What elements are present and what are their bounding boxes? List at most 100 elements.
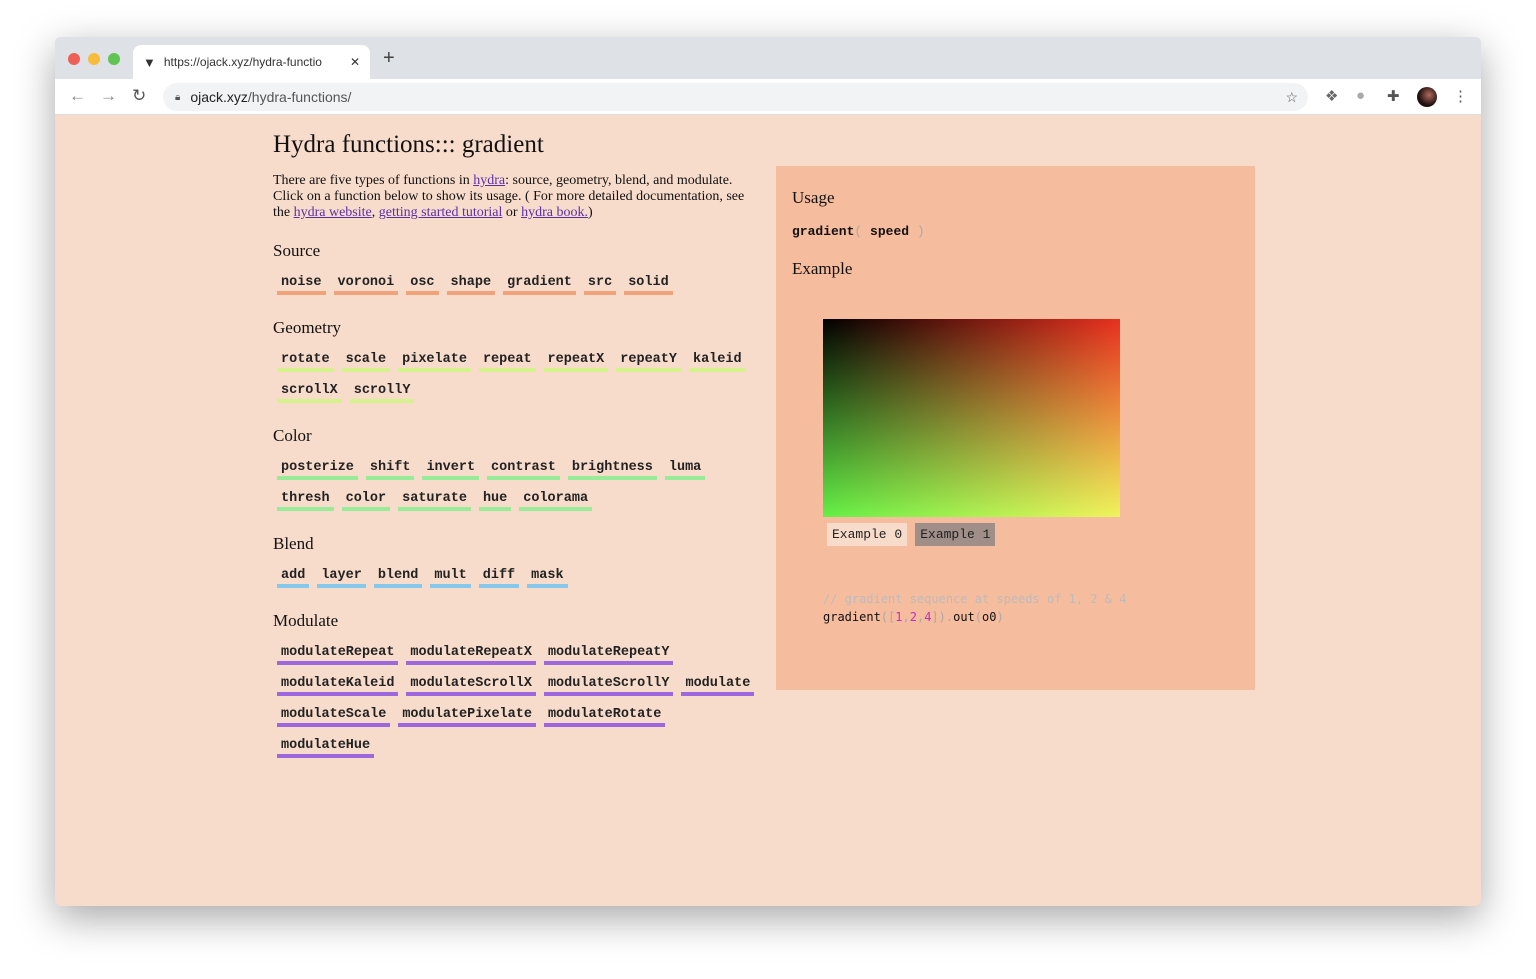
browser-window: ▼ https://ojack.xyz/hydra-functio ✕ + ← … bbox=[55, 37, 1481, 906]
function-button-rotate[interactable]: rotate bbox=[277, 350, 334, 372]
function-button-layer[interactable]: layer bbox=[317, 566, 366, 588]
intro-text-5: ) bbox=[587, 205, 593, 220]
url-host: ojack.xyz bbox=[190, 89, 248, 105]
address-bar-row: ← → ↻ 🔒︎ ojack.xyz/hydra-functions/ ☆ ❖ … bbox=[55, 79, 1481, 115]
function-button-voronoi[interactable]: voronoi bbox=[333, 273, 399, 295]
function-button-mult[interactable]: mult bbox=[430, 566, 471, 588]
example-1-button[interactable]: Example 1 bbox=[915, 523, 996, 546]
function-button-scale[interactable]: scale bbox=[341, 350, 391, 372]
usage-arg: speed bbox=[870, 224, 910, 239]
function-button-colorama[interactable]: colorama bbox=[519, 489, 593, 511]
code-token: out bbox=[953, 610, 975, 624]
minimize-window-button[interactable] bbox=[88, 53, 100, 65]
usage-fn: gradient bbox=[792, 224, 855, 239]
url-path: /hydra-functions/ bbox=[247, 89, 352, 105]
function-button-thresh[interactable]: thresh bbox=[277, 489, 334, 511]
code-comment: // gradient sequence at speeds of 1, 2 &… bbox=[823, 592, 1127, 606]
function-button-scrolly[interactable]: scrollY bbox=[349, 381, 415, 403]
code-token: ([ bbox=[880, 610, 896, 624]
function-button-add[interactable]: add bbox=[277, 566, 310, 588]
new-tab-icon[interactable]: + bbox=[383, 47, 395, 70]
function-group: posterize shift invert contrast brightness lu… bbox=[277, 458, 763, 520]
function-button-brightness[interactable]: brightness bbox=[567, 458, 657, 480]
function-button-noise[interactable]: noise bbox=[277, 273, 326, 295]
example-heading: Example bbox=[792, 259, 853, 278]
function-button-modulatehue[interactable]: modulateHue bbox=[277, 736, 375, 758]
extension-bubble-icon[interactable]: ● bbox=[1356, 87, 1365, 104]
forward-icon[interactable]: → bbox=[100, 86, 117, 106]
function-button-src[interactable]: src bbox=[583, 273, 617, 295]
function-button-osc[interactable]: osc bbox=[406, 273, 439, 295]
page-title: Hydra functions::: gradient bbox=[273, 131, 544, 158]
function-button-repeat[interactable]: repeat bbox=[478, 350, 536, 372]
section-heading-source: Source bbox=[273, 241, 321, 260]
code-token: o0 bbox=[982, 610, 997, 624]
usage-heading: Usage bbox=[792, 188, 835, 207]
function-button-posterize[interactable]: posterize bbox=[277, 458, 358, 480]
function-button-invert[interactable]: invert bbox=[422, 458, 480, 480]
function-button-repeatx[interactable]: repeatX bbox=[543, 350, 609, 372]
function-button-shift[interactable]: shift bbox=[365, 458, 415, 480]
usage-open: ( bbox=[854, 224, 863, 239]
function-button-pixelate[interactable]: pixelate bbox=[398, 350, 471, 372]
function-button-contrast[interactable]: contrast bbox=[487, 458, 560, 480]
function-button-modulaterepeaty[interactable]: modulateRepeatY bbox=[543, 643, 674, 665]
function-button-saturate[interactable]: saturate bbox=[398, 489, 471, 511]
close-tab-icon[interactable]: ✕ bbox=[350, 55, 360, 69]
browser-tab[interactable]: ▼ https://ojack.xyz/hydra-functio ✕ bbox=[133, 45, 370, 79]
function-button-gradient[interactable]: gradient bbox=[503, 273, 576, 295]
function-button-modulatescrollx[interactable]: modulateScrollX bbox=[406, 674, 536, 696]
function-button-modulatescale[interactable]: modulateScale bbox=[277, 705, 391, 727]
code-token: ) bbox=[996, 610, 1004, 624]
function-group: noise voronoi osc shape gradient src solid bbox=[277, 273, 763, 304]
function-button-solid[interactable]: solid bbox=[624, 273, 673, 295]
function-button-modulatepixelate[interactable]: modulatePixelate bbox=[398, 705, 536, 727]
code-token: 2 bbox=[909, 610, 917, 624]
function-button-modulaterepeat[interactable]: modulateRepeat bbox=[277, 643, 399, 665]
function-list-column: Hydra functions::: gradient There are fi… bbox=[273, 131, 763, 781]
maximize-window-button[interactable] bbox=[108, 53, 120, 65]
bookmark-star-icon[interactable]: ☆ bbox=[1285, 89, 1298, 106]
hydra-website-link[interactable]: hydra website bbox=[294, 205, 372, 220]
example-code[interactable]: // gradient sequence at speeds of 1, 2 &… bbox=[823, 590, 1239, 626]
code-token: gradient bbox=[823, 610, 881, 624]
usage-signature: gradient( speed ) bbox=[792, 224, 1239, 239]
hydra-link[interactable]: hydra bbox=[473, 173, 505, 188]
intro-text-1: There are five types of functions in bbox=[273, 173, 474, 188]
section-heading-color: Color bbox=[273, 426, 312, 445]
function-button-mask[interactable]: mask bbox=[527, 566, 568, 588]
url-input[interactable]: 🔒︎ ojack.xyz/hydra-functions/ ☆ bbox=[163, 83, 1308, 111]
tab-bar: ▼ https://ojack.xyz/hydra-functio ✕ + bbox=[55, 37, 1481, 79]
function-button-modulatescrolly[interactable]: modulateScrollY bbox=[543, 674, 674, 696]
reload-icon[interactable]: ↻ bbox=[132, 86, 146, 106]
section-heading-blend: Blend bbox=[273, 534, 314, 553]
usage-panel: Usage gradient( speed ) Example Example … bbox=[776, 166, 1255, 690]
function-button-shape[interactable]: shape bbox=[446, 273, 496, 295]
function-button-repeaty[interactable]: repeatY bbox=[616, 350, 681, 372]
dropbox-icon[interactable]: ❖ bbox=[1325, 87, 1338, 105]
section-heading-modulate: Modulate bbox=[273, 611, 339, 630]
function-button-hue[interactable]: hue bbox=[478, 489, 512, 511]
extensions-puzzle-icon[interactable]: ✚ bbox=[1387, 87, 1400, 105]
tutorial-link[interactable]: getting started tutorial bbox=[379, 205, 503, 220]
tab-title: https://ojack.xyz/hydra-functio bbox=[163, 55, 322, 69]
function-button-scrollx[interactable]: scrollX bbox=[277, 381, 342, 403]
function-button-kaleid[interactable]: kaleid bbox=[688, 350, 746, 372]
function-button-modulaterotate[interactable]: modulateRotate bbox=[543, 705, 666, 727]
close-window-button[interactable] bbox=[68, 53, 80, 65]
function-button-diff[interactable]: diff bbox=[478, 566, 520, 588]
function-button-modulaterepeatx[interactable]: modulateRepeatX bbox=[406, 643, 536, 665]
menu-dots-icon[interactable]: ⋮ bbox=[1453, 87, 1468, 105]
code-token: ]). bbox=[931, 610, 954, 624]
function-button-modulatekaleid[interactable]: modulateKaleid bbox=[277, 674, 399, 696]
profile-avatar[interactable] bbox=[1417, 87, 1437, 107]
back-icon[interactable]: ← bbox=[69, 86, 86, 106]
function-button-color[interactable]: color bbox=[341, 489, 391, 511]
function-button-modulate[interactable]: modulate bbox=[681, 674, 755, 696]
hydra-book-link[interactable]: hydra book. bbox=[521, 205, 588, 220]
example-0-button[interactable]: Example 0 bbox=[827, 523, 908, 546]
function-button-luma[interactable]: luma bbox=[664, 458, 706, 480]
intro-text-3: , bbox=[371, 205, 379, 220]
function-button-blend[interactable]: blend bbox=[373, 566, 423, 588]
lock-icon: 🔒︎ bbox=[175, 91, 181, 103]
